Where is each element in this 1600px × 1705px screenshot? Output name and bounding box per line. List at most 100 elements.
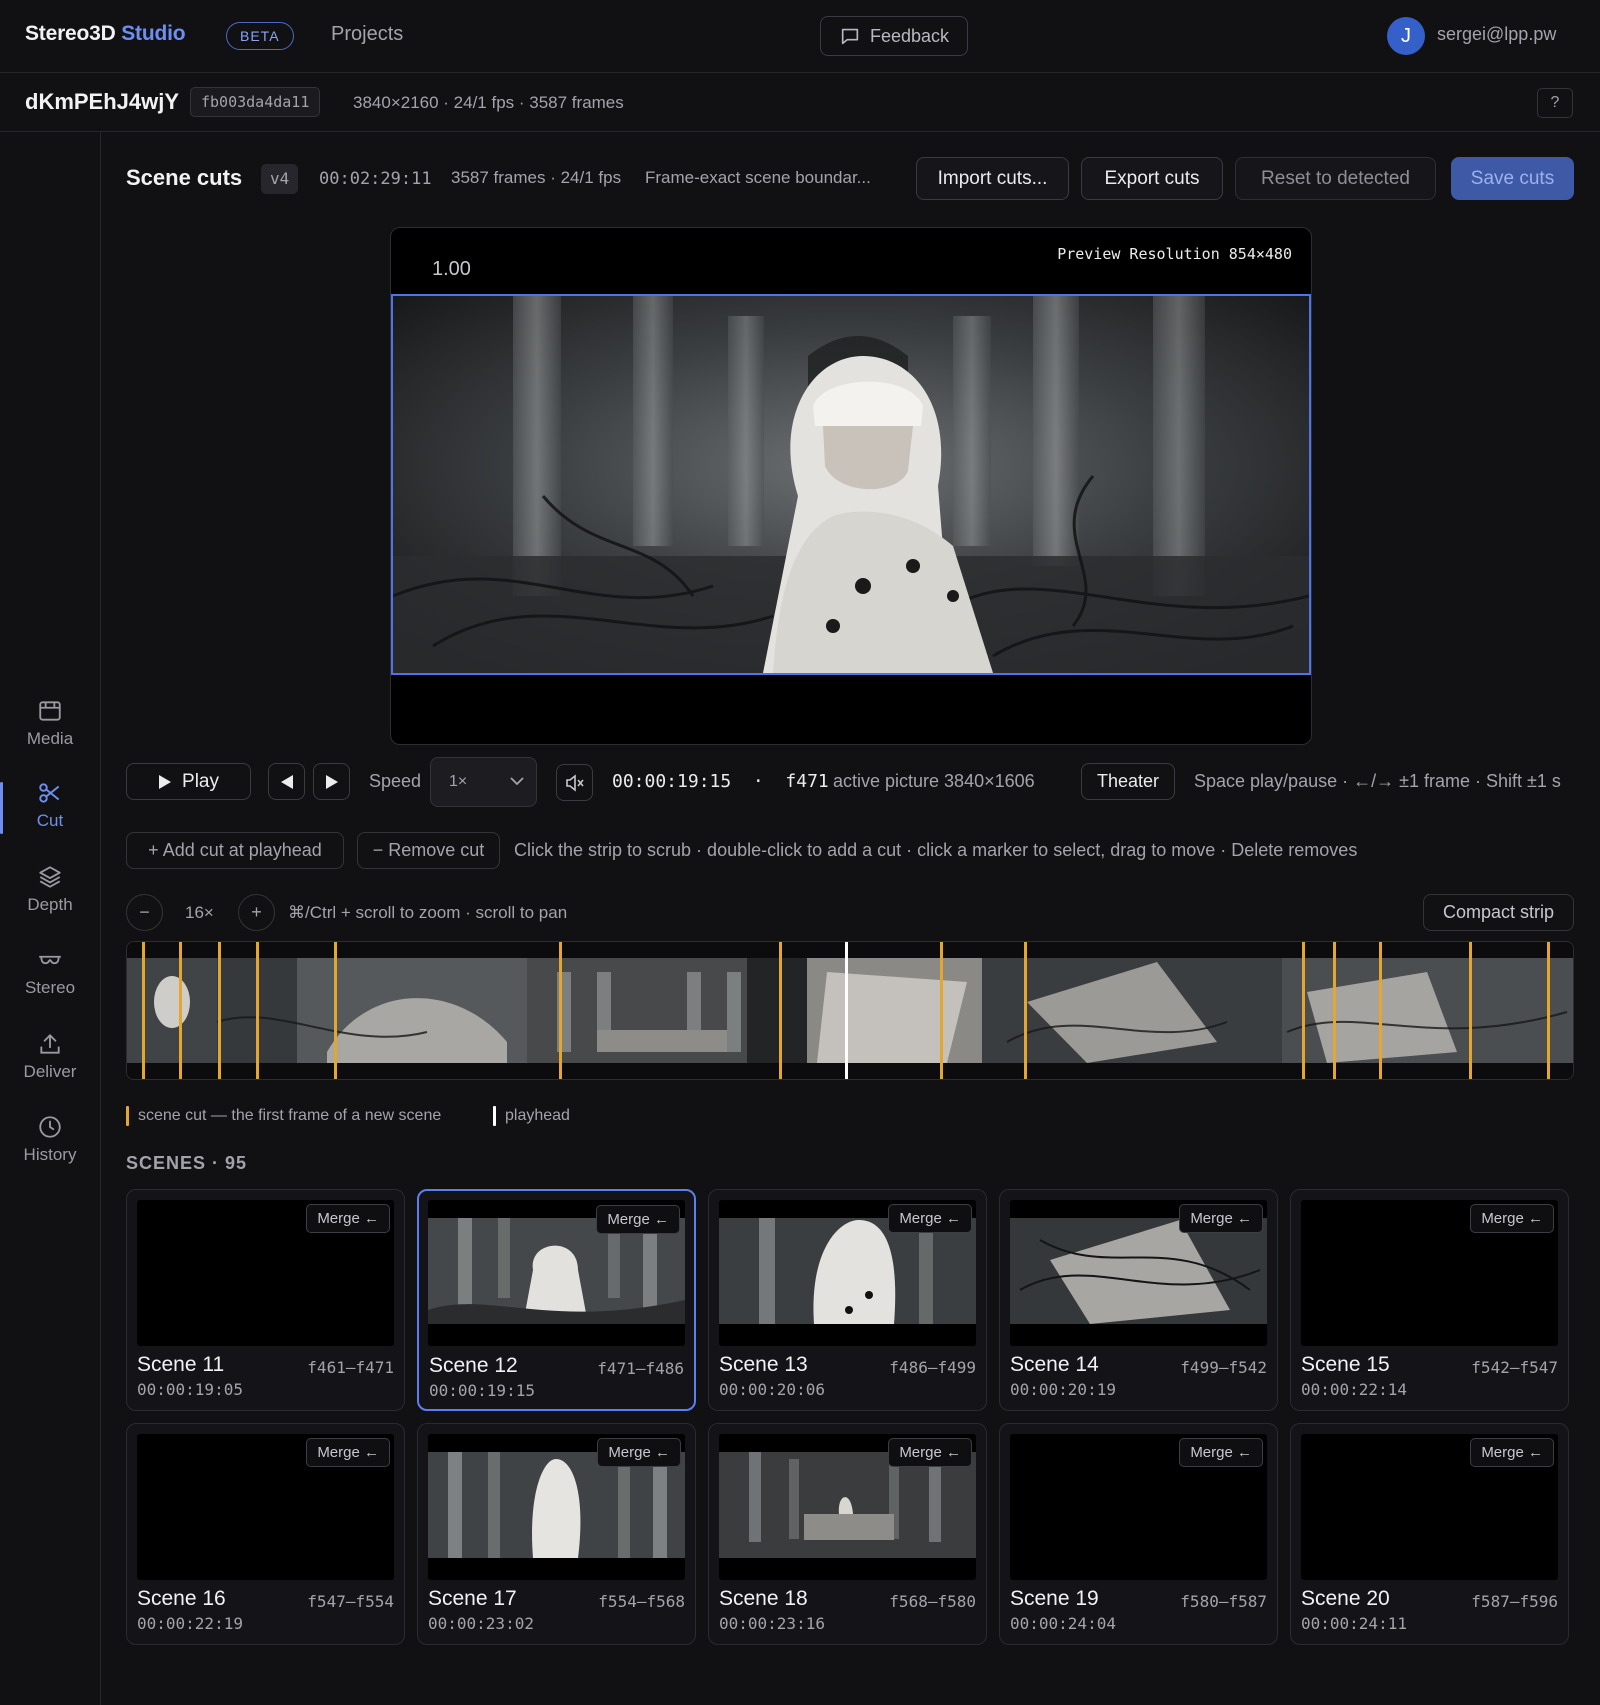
media-icon xyxy=(39,701,61,721)
asset-bar: dKmPEhJ4wjY fb003da4da11 3840×2160 · 24/… xyxy=(0,73,1600,132)
sidebar-item-deliver[interactable]: Deliver xyxy=(0,1031,100,1101)
speed-select[interactable]: 1× xyxy=(430,757,537,807)
remove-cut-button[interactable]: − Remove cut xyxy=(357,832,500,869)
merge-button[interactable]: Merge ← xyxy=(1470,1438,1554,1467)
scene-time: 00:00:23:02 xyxy=(428,1614,534,1633)
cut-marker[interactable] xyxy=(1547,942,1550,1079)
merge-button[interactable]: Merge ← xyxy=(1179,1438,1263,1467)
merge-button[interactable]: Merge ← xyxy=(888,1438,972,1467)
version-badge: v4 xyxy=(261,164,299,194)
scene-name: Scene 19 xyxy=(1010,1587,1099,1610)
preview-frame[interactable] xyxy=(391,294,1311,675)
merge-button[interactable]: Merge ← xyxy=(306,1438,390,1467)
legend-cut: scene cut — the first frame of a new sce… xyxy=(126,1106,441,1126)
scene-range: f568–f580 xyxy=(889,1592,976,1611)
sidebar: Media Cut Depth Stereo Deliver History xyxy=(0,132,101,1705)
scene-card[interactable]: Merge ← Scene 14 f499–f542 00:00:20:19 xyxy=(999,1189,1278,1411)
playhead[interactable] xyxy=(845,942,848,1079)
add-cut-button[interactable]: + Add cut at playhead xyxy=(126,832,344,869)
merge-button[interactable]: Merge ← xyxy=(597,1438,681,1467)
sidebar-item-media[interactable]: Media xyxy=(0,698,100,768)
play-label: Play xyxy=(182,770,219,792)
timecode-readout: 00:00:19:15 · f471 xyxy=(612,771,829,792)
timeline-strip[interactable] xyxy=(126,941,1574,1080)
cut-marker[interactable] xyxy=(142,942,145,1079)
scene-range: f547–f554 xyxy=(307,1592,394,1611)
avatar[interactable]: J xyxy=(1387,17,1425,55)
scene-name: Scene 12 xyxy=(429,1354,518,1377)
play-button[interactable]: Play xyxy=(126,763,251,800)
scissors-icon xyxy=(39,783,60,803)
sidebar-item-label: History xyxy=(23,1145,77,1164)
cut-marker[interactable] xyxy=(1302,942,1305,1079)
asset-name: dKmPEhJ4wjY xyxy=(25,89,180,114)
scene-card[interactable]: Merge ← Scene 19 f580–f587 00:00:24:04 xyxy=(999,1423,1278,1645)
cut-marker[interactable] xyxy=(256,942,259,1079)
scenes-heading: SCENES · 95 xyxy=(126,1153,248,1173)
feedback-button[interactable]: Feedback xyxy=(820,16,968,56)
sidebar-item-history[interactable]: History xyxy=(0,1114,100,1184)
merge-button[interactable]: Merge ← xyxy=(888,1204,972,1233)
cut-marker[interactable] xyxy=(940,942,943,1079)
speaker-muted-icon xyxy=(565,773,584,792)
scene-card[interactable]: Merge ← Scene 11 f461–f471 00:00:19:05 xyxy=(126,1189,405,1411)
export-cuts-button[interactable]: Export cuts xyxy=(1081,157,1223,200)
prev-frame-button[interactable] xyxy=(268,763,305,800)
scene-card[interactable]: Merge ← Scene 17 f554–f568 00:00:23:02 xyxy=(417,1423,696,1645)
mute-button[interactable] xyxy=(556,764,593,801)
scene-card[interactable]: Merge ← Scene 15 f542–f547 00:00:22:14 xyxy=(1290,1189,1569,1411)
asset-hash-chip[interactable]: fb003da4da11 xyxy=(190,87,321,117)
active-picture-readout: active picture 3840×1606 xyxy=(833,771,1035,791)
sidebar-item-label: Deliver xyxy=(23,1062,77,1081)
scene-name: Scene 15 xyxy=(1301,1353,1390,1376)
scene-name: Scene 17 xyxy=(428,1587,517,1610)
cut-marker[interactable] xyxy=(179,942,182,1079)
zoom-out-button[interactable]: − xyxy=(126,894,163,931)
sidebar-item-depth[interactable]: Depth xyxy=(0,864,100,934)
save-cuts-button[interactable]: Save cuts xyxy=(1451,157,1574,200)
scene-range: f587–f596 xyxy=(1471,1592,1558,1611)
scene-card[interactable]: Merge ← Scene 16 f547–f554 00:00:22:19 xyxy=(126,1423,405,1645)
sidebar-item-stereo[interactable]: Stereo xyxy=(0,947,100,1017)
cut-marker[interactable] xyxy=(1024,942,1027,1079)
merge-button[interactable]: Merge ← xyxy=(1470,1204,1554,1233)
clock-icon xyxy=(39,1116,61,1138)
cut-marker[interactable] xyxy=(559,942,562,1079)
zoom-in-button[interactable]: + xyxy=(238,894,275,931)
next-frame-button[interactable] xyxy=(313,763,350,800)
merge-button[interactable]: Merge ← xyxy=(1179,1204,1263,1233)
scene-card[interactable]: Merge ← Scene 13 f486–f499 00:00:20:06 xyxy=(708,1189,987,1411)
reset-to-detected-button[interactable]: Reset to detected xyxy=(1235,157,1436,200)
preview-resolution: Preview Resolution 854×480 xyxy=(1057,245,1292,263)
help-button[interactable]: ? xyxy=(1537,88,1573,118)
step-back-icon xyxy=(280,774,293,789)
cut-marker[interactable] xyxy=(1469,942,1472,1079)
compact-strip-button[interactable]: Compact strip xyxy=(1423,894,1574,931)
scene-card-selected[interactable]: Merge ← Scene 12 f471–f486 00:00:19:15 xyxy=(417,1189,696,1411)
user-email[interactable]: sergei@lpp.pw xyxy=(1437,24,1556,45)
app-logo[interactable]: Stereo3D Studio xyxy=(25,22,186,46)
shortcuts-hint: Space play/pause · ←/→ ±1 frame · Shift … xyxy=(1194,771,1561,791)
video-preview[interactable]: 1.00 Preview Resolution 854×480 xyxy=(390,227,1312,745)
sidebar-item-cut[interactable]: Cut xyxy=(0,780,100,850)
theater-button[interactable]: Theater xyxy=(1081,763,1175,800)
scene-card[interactable]: Merge ← Scene 20 f587–f596 00:00:24:11 xyxy=(1290,1423,1569,1645)
legend-playhead-label: playhead xyxy=(505,1107,570,1124)
video-frame-image xyxy=(393,296,1309,673)
nav-projects-link[interactable]: Projects xyxy=(331,23,403,46)
scene-range: f499–f542 xyxy=(1180,1358,1267,1377)
scene-time: 00:00:22:19 xyxy=(137,1614,243,1633)
merge-button[interactable]: Merge ← xyxy=(306,1204,390,1233)
play-icon xyxy=(159,774,172,789)
cut-marker[interactable] xyxy=(1333,942,1336,1079)
cut-marker[interactable] xyxy=(779,942,782,1079)
scene-time: 00:00:23:16 xyxy=(719,1614,825,1633)
cut-marker[interactable] xyxy=(218,942,221,1079)
cut-help-text: Click the strip to scrub · double-click … xyxy=(514,840,1358,860)
scene-card[interactable]: Merge ← Scene 18 f568–f580 00:00:23:16 xyxy=(708,1423,987,1645)
import-cuts-button[interactable]: Import cuts... xyxy=(916,157,1069,200)
cut-marker[interactable] xyxy=(334,942,337,1079)
merge-button[interactable]: Merge ← xyxy=(596,1205,680,1234)
page-title: Scene cuts xyxy=(126,165,243,190)
cut-marker[interactable] xyxy=(1379,942,1382,1079)
